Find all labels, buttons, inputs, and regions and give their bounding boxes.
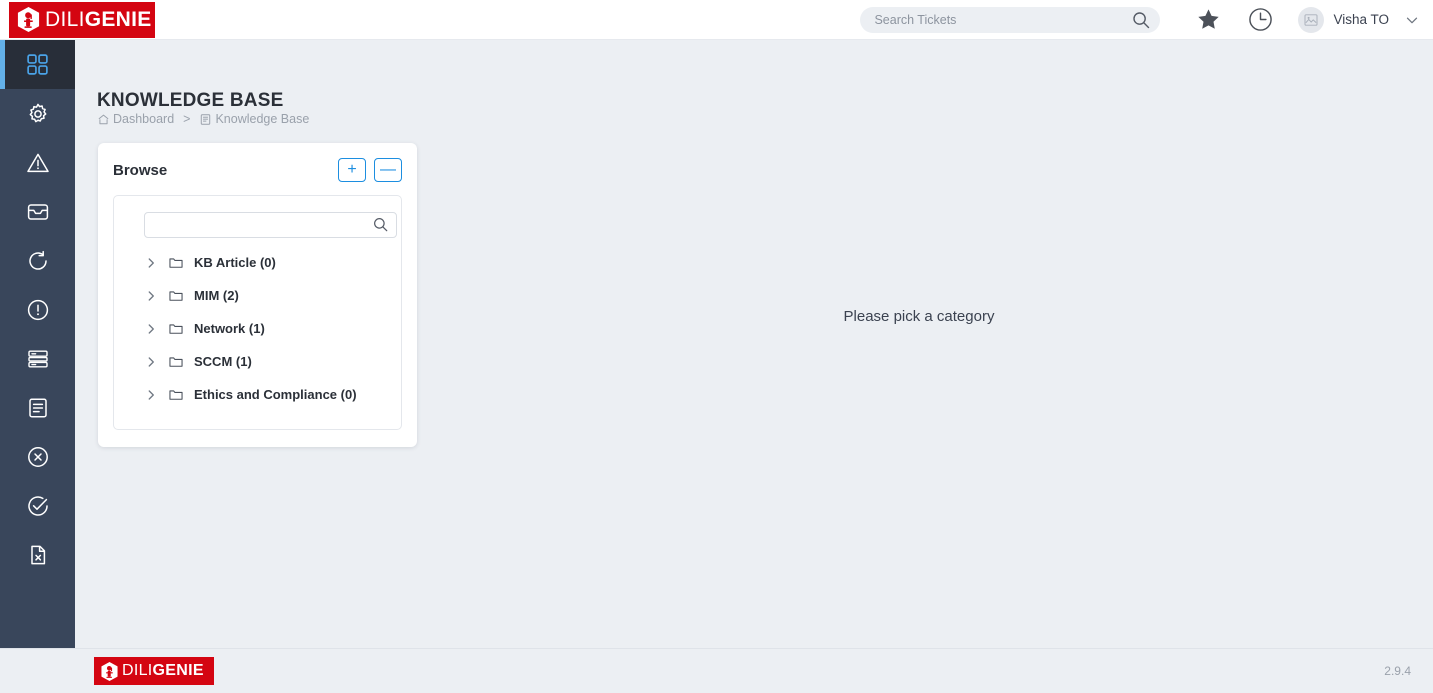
tree-item-label: KB Article (0): [194, 255, 276, 270]
tree-item-mim[interactable]: MIM (2): [128, 279, 387, 312]
inbox-icon: [26, 200, 50, 224]
tree-item-label: Ethics and Compliance (0): [194, 387, 357, 402]
expand-all-button[interactable]: +: [338, 158, 366, 182]
user-avatar-placeholder-icon: [1303, 12, 1319, 28]
top-header-bar: DILIGENIE Search Tickets Visha TO: [0, 0, 1433, 40]
browse-panel-header: Browse + —: [113, 157, 402, 183]
breadcrumb-separator: >: [183, 112, 191, 126]
warning-triangle-icon: [26, 151, 50, 175]
sidebar-item-approved[interactable]: [0, 481, 75, 530]
tree-item-network[interactable]: Network (1): [128, 312, 387, 345]
genie-hexagon-logo-icon: [100, 661, 119, 682]
brand-wordmark: DILIGENIE: [45, 9, 152, 30]
server-stack-icon: [26, 347, 50, 371]
chevron-right-icon[interactable]: [144, 256, 160, 270]
sidebar-item-reports[interactable]: [0, 530, 75, 579]
browse-actions: + —: [338, 158, 402, 182]
gear-icon: [26, 102, 50, 126]
empty-state-message: Please pick a category: [843, 308, 995, 325]
category-search-input[interactable]: [144, 212, 397, 238]
search-icon: [372, 216, 389, 233]
recent-activity-button[interactable]: [1242, 2, 1278, 38]
category-tree-panel: KB Article (0) MIM (2) Network (1) SCCM …: [113, 195, 402, 430]
browse-title: Browse: [113, 161, 168, 179]
page-title: KNOWLEDGE BASE: [97, 90, 284, 111]
book-icon: [199, 113, 212, 126]
header-right-cluster: Visha TO: [860, 2, 1433, 38]
search-input[interactable]: [860, 6, 1161, 33]
breadcrumb-item-dashboard[interactable]: Dashboard: [97, 112, 174, 126]
chevron-right-icon[interactable]: [144, 355, 160, 369]
sidebar-item-knowledge[interactable]: [0, 383, 75, 432]
application-window: DILIGENIE Search Tickets Visha TO Please…: [0, 0, 1433, 693]
user-name-label: Visha TO: [1333, 12, 1389, 27]
tree-item-kb-article[interactable]: KB Article (0): [128, 246, 387, 279]
page-footer: DILIGENIE 2.9.4: [0, 648, 1433, 693]
sidebar-item-inbox[interactable]: [0, 187, 75, 236]
footer-brand-wordmark: DILIGENIE: [122, 663, 204, 679]
check-circle-icon: [26, 494, 50, 518]
refresh-icon: [26, 249, 50, 273]
breadcrumb-label-knowledge-base: Knowledge Base: [215, 112, 310, 126]
sidebar-item-dashboard[interactable]: [0, 40, 75, 89]
sidebar-item-changes[interactable]: [0, 236, 75, 285]
star-icon: [1196, 7, 1221, 32]
exclamation-circle-icon: [26, 298, 50, 322]
tree-item-ethics-and-compliance[interactable]: Ethics and Compliance (0): [128, 378, 387, 411]
genie-hexagon-logo-icon: [16, 6, 41, 33]
folder-icon: [168, 387, 190, 403]
browse-panel: Browse + — KB Article (0) MIM (2) Networ…: [98, 143, 417, 447]
clock-history-icon: [1248, 7, 1273, 32]
folder-icon: [168, 288, 190, 304]
footer-brand-name-thin: DILI: [122, 662, 153, 679]
breadcrumb: Dashboard > Knowledge Base: [97, 112, 309, 126]
category-search[interactable]: [144, 212, 397, 238]
folder-icon: [168, 321, 190, 337]
brand-name-bold: GENIE: [84, 8, 152, 31]
footer-brand-logo[interactable]: DILIGENIE: [94, 657, 214, 685]
footer-brand-name-bold: GENIE: [152, 662, 204, 679]
sidebar-item-rejected[interactable]: [0, 432, 75, 481]
chevron-right-icon[interactable]: [144, 289, 160, 303]
breadcrumb-item-knowledge-base[interactable]: Knowledge Base: [199, 112, 309, 126]
user-menu-chevron-down-icon[interactable]: [1403, 11, 1421, 29]
document-list-icon: [26, 396, 50, 420]
sidebar-item-settings[interactable]: [0, 89, 75, 138]
dashboard-grid-icon: [25, 52, 50, 77]
tree-item-label: SCCM (1): [194, 354, 252, 369]
folder-icon: [168, 255, 190, 271]
global-search[interactable]: [860, 6, 1161, 33]
avatar[interactable]: [1298, 6, 1325, 33]
left-navigation-rail: [0, 40, 75, 648]
folder-icon: [168, 354, 190, 370]
chevron-right-icon[interactable]: [144, 388, 160, 402]
sidebar-item-incidents[interactable]: [0, 138, 75, 187]
tree-item-sccm[interactable]: SCCM (1): [128, 345, 387, 378]
sidebar-item-assets[interactable]: [0, 334, 75, 383]
collapse-all-button[interactable]: —: [374, 158, 402, 182]
brand-logo[interactable]: DILIGENIE: [9, 1, 155, 38]
tree-item-label: MIM (2): [194, 288, 239, 303]
chevron-right-icon[interactable]: [144, 322, 160, 336]
favorites-button[interactable]: [1190, 2, 1226, 38]
sidebar-item-problems[interactable]: [0, 285, 75, 334]
x-circle-icon: [26, 445, 50, 469]
breadcrumb-label-dashboard: Dashboard: [113, 112, 175, 126]
home-icon: [97, 113, 110, 126]
tree-item-label: Network (1): [194, 321, 265, 336]
file-x-icon: [26, 543, 50, 567]
main-content-area: Please pick a category KNOWLEDGE BASE Da…: [75, 40, 1433, 648]
brand-name-thin: DILI: [45, 8, 85, 31]
category-tree-list: KB Article (0) MIM (2) Network (1) SCCM …: [128, 246, 387, 411]
version-label: 2.9.4: [1384, 664, 1411, 678]
